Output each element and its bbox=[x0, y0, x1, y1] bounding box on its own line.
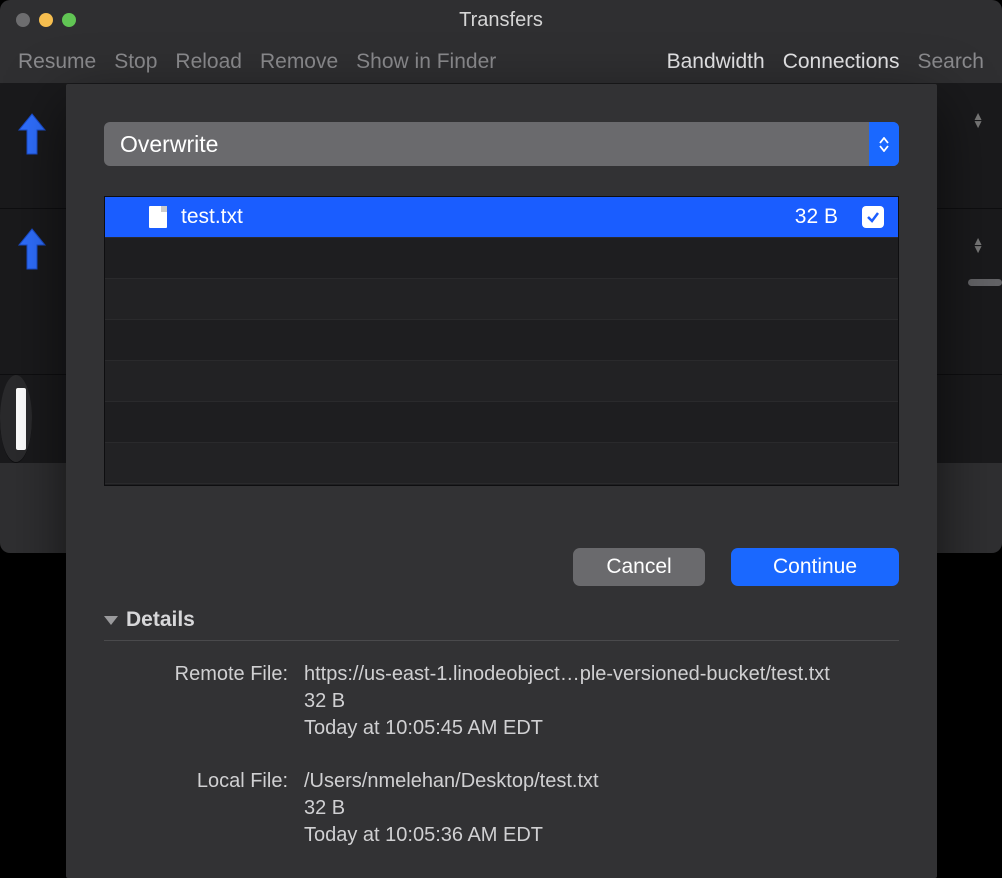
overwrite-dialog: Overwrite test.txt 32 B Cancel Continue … bbox=[66, 84, 937, 878]
remote-file-path: https://us-east-1.linodeobject…ple-versi… bbox=[304, 663, 899, 686]
conflict-file-list: test.txt 32 B bbox=[104, 196, 899, 486]
remote-file-time: Today at 10:05:45 AM EDT bbox=[304, 717, 899, 740]
details-heading: Details bbox=[126, 608, 195, 632]
file-row-empty bbox=[105, 320, 898, 361]
details-section: Details Remote File: https://us-east-1.l… bbox=[104, 608, 899, 847]
chevron-up-down-icon bbox=[869, 122, 899, 166]
file-row-empty bbox=[105, 443, 898, 484]
file-name: test.txt bbox=[181, 205, 781, 229]
file-size: 32 B bbox=[795, 205, 838, 229]
minimize-window-button[interactable] bbox=[39, 13, 53, 27]
dropdown-selected-label: Overwrite bbox=[120, 131, 218, 158]
sort-handle-icon[interactable]: ▲▼ bbox=[972, 112, 984, 128]
maximize-window-button[interactable] bbox=[62, 13, 76, 27]
cancel-button[interactable]: Cancel bbox=[573, 548, 705, 586]
search-button[interactable]: Search bbox=[917, 50, 984, 74]
sort-handle-icon[interactable]: ▲▼ bbox=[972, 237, 984, 253]
bandwidth-button[interactable]: Bandwidth bbox=[667, 50, 765, 74]
remote-file-label: Remote File: bbox=[104, 663, 304, 686]
resume-button[interactable]: Resume bbox=[18, 50, 96, 74]
file-row[interactable]: test.txt 32 B bbox=[105, 197, 898, 238]
titlebar: Transfers bbox=[0, 0, 1002, 40]
details-header[interactable]: Details bbox=[104, 608, 899, 641]
continue-button[interactable]: Continue bbox=[731, 548, 899, 586]
local-file-time: Today at 10:05:36 AM EDT bbox=[304, 824, 899, 847]
local-file-label: Local File: bbox=[104, 770, 304, 793]
window-title: Transfers bbox=[459, 9, 543, 32]
stop-button[interactable]: Stop bbox=[114, 50, 157, 74]
remove-button[interactable]: Remove bbox=[260, 50, 338, 74]
upload-arrow-icon bbox=[16, 227, 48, 271]
dialog-buttons: Cancel Continue bbox=[104, 548, 899, 586]
connections-button[interactable]: Connections bbox=[783, 50, 900, 74]
file-row-empty bbox=[105, 238, 898, 279]
reload-button[interactable]: Reload bbox=[175, 50, 242, 74]
local-file-path: /Users/nmelehan/Desktop/test.txt bbox=[304, 770, 899, 793]
remote-file-size: 32 B bbox=[304, 690, 899, 713]
close-window-button[interactable] bbox=[16, 13, 30, 27]
upload-arrow-icon bbox=[16, 112, 48, 156]
file-icon bbox=[149, 206, 167, 228]
file-row-empty bbox=[105, 402, 898, 443]
local-file-size: 32 B bbox=[304, 797, 899, 820]
file-row-empty bbox=[105, 279, 898, 320]
progress-bar bbox=[968, 279, 1002, 286]
disclosure-triangle-icon bbox=[104, 616, 118, 625]
file-checkbox[interactable] bbox=[862, 206, 884, 228]
document-thumbnail-icon bbox=[16, 388, 26, 450]
transfer-row[interactable]: xt bbox=[0, 375, 32, 463]
file-row-empty bbox=[105, 361, 898, 402]
action-dropdown[interactable]: Overwrite bbox=[104, 122, 899, 166]
toolbar: Resume Stop Reload Remove Show in Finder… bbox=[0, 40, 1002, 84]
traffic-lights bbox=[16, 13, 76, 27]
show-in-finder-button[interactable]: Show in Finder bbox=[356, 50, 496, 74]
